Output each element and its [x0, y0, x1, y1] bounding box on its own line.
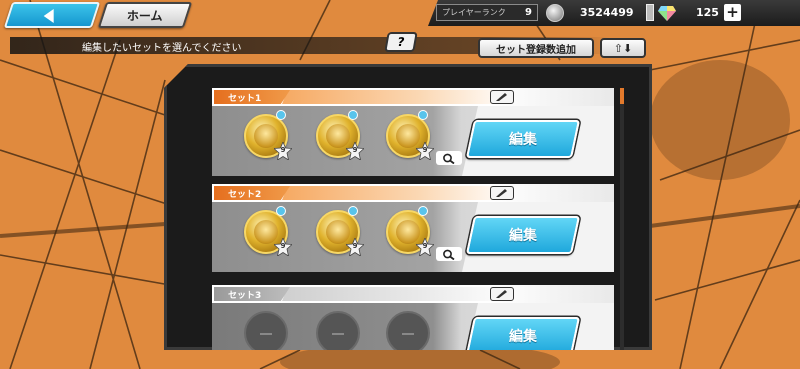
set-tab-bar	[282, 186, 512, 200]
set-tab: セット3	[214, 287, 290, 301]
pencil-icon	[496, 93, 507, 101]
edit-set-button[interactable]: 編集	[465, 216, 581, 254]
buy-gems-button[interactable]: +	[724, 4, 741, 21]
player-rank-value: 9	[525, 7, 532, 18]
set-tab-bar	[282, 90, 512, 104]
skill-icon	[276, 206, 286, 216]
back-button[interactable]	[3, 2, 101, 28]
skill-icon	[348, 206, 358, 216]
sort-button[interactable]: ⇧⬇	[600, 38, 646, 58]
star-level: 9	[352, 146, 358, 154]
player-rank-label: プレイヤーランク	[442, 8, 506, 17]
magnifier-icon	[443, 153, 455, 164]
view-details-button[interactable]	[436, 247, 462, 261]
edit-set-label: 編集	[509, 329, 537, 345]
set-tab: セット1	[214, 90, 290, 104]
empty-slot-dash	[332, 333, 344, 335]
set-tab-bar	[282, 287, 512, 301]
set-card-3[interactable]: セット3 編集	[212, 285, 614, 350]
empty-slot-dash	[402, 333, 414, 335]
coin-count: 3524499	[580, 6, 634, 19]
edit-set-label: 編集	[509, 132, 537, 148]
coin-icon	[546, 4, 564, 22]
instruction-text: 編集したいセットを選んでください	[82, 43, 242, 54]
view-details-button[interactable]	[436, 151, 462, 165]
set-card-2[interactable]: セット2 9 9 9 編集	[212, 184, 614, 272]
rename-set-button[interactable]	[490, 287, 514, 301]
star-level: 9	[280, 242, 286, 250]
rename-set-button[interactable]	[490, 186, 514, 200]
magnifier-icon	[443, 249, 455, 260]
rainbow-gem-icon	[658, 6, 676, 21]
gem-count: 125	[696, 6, 719, 19]
set-name: セット2	[228, 190, 262, 200]
set-tab: セット2	[214, 186, 290, 200]
back-arrow-icon	[43, 9, 54, 23]
empty-medal-slot[interactable]	[244, 311, 288, 350]
star-level: 9	[352, 242, 358, 250]
empty-slot-dash	[260, 333, 272, 335]
sort-arrows-icon: ⇧⬇	[613, 41, 633, 55]
skill-icon	[418, 206, 428, 216]
set-name: セット3	[228, 291, 262, 301]
rename-set-button[interactable]	[490, 90, 514, 104]
skill-icon	[418, 110, 428, 120]
set-name: セット1	[228, 94, 262, 104]
skill-icon	[348, 110, 358, 120]
empty-medal-slot[interactable]	[386, 311, 430, 350]
player-rank: プレイヤーランク 9	[436, 4, 538, 21]
skill-icon	[276, 110, 286, 120]
pencil-icon	[496, 189, 507, 197]
home-button[interactable]: ホーム	[97, 2, 193, 28]
scrollbar[interactable]	[620, 88, 624, 350]
set-card-1[interactable]: セット1 9 9 9 編集	[212, 88, 614, 176]
set-list: セット1 9 9 9 編集 セット2 9 9 9 編集 セット3 編集	[212, 88, 614, 350]
edit-set-label: 編集	[509, 228, 537, 244]
scrollbar-thumb[interactable]	[620, 88, 624, 104]
stamina-gauge	[646, 4, 654, 21]
edit-set-button[interactable]: 編集	[465, 120, 581, 158]
home-button-label: ホーム	[127, 8, 163, 23]
add-set-slots-button[interactable]: セット登録数追加	[478, 38, 594, 58]
empty-medal-slot[interactable]	[316, 311, 360, 350]
edit-set-button[interactable]: 編集	[465, 317, 581, 350]
star-level: 9	[422, 146, 428, 154]
star-level: 9	[422, 242, 428, 250]
help-button[interactable]: ?	[384, 32, 418, 52]
pencil-icon	[496, 290, 507, 298]
star-level: 9	[280, 146, 286, 154]
